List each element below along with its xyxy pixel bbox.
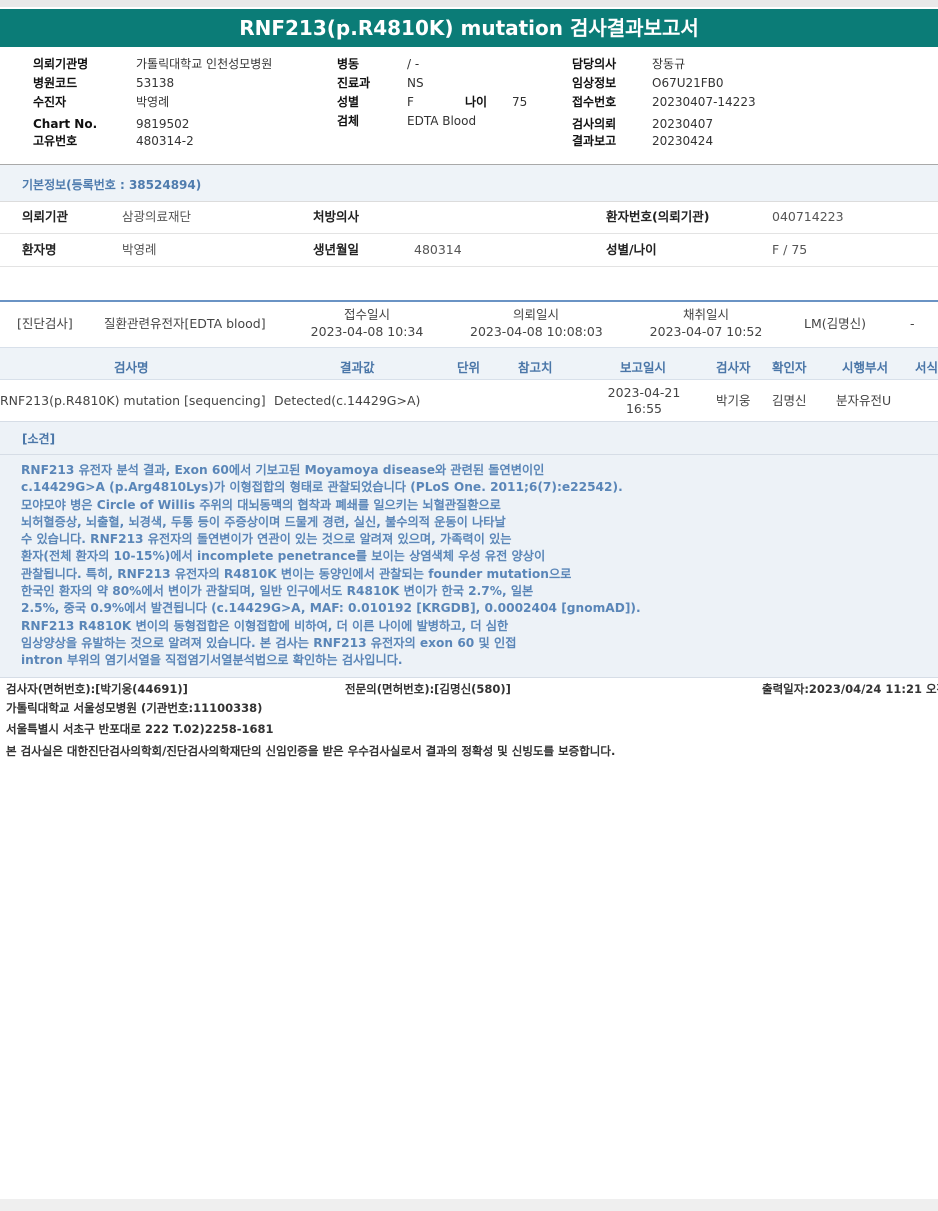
footer-hospital: 가톨릭대학교 서울성모병원 (기관번호:11100338) <box>6 701 263 715</box>
footer-printed: 출력일자:2023/04/24 11:21 오전 <box>762 682 938 696</box>
order-received-label: 접수일시 <box>343 307 390 322</box>
findings-line: 뇌허혈증상, 뇌출혈, 뇌경색, 두통 등이 주증상이며 드물게 경련, 실신,… <box>21 514 506 529</box>
header-value-patient: 박영례 <box>136 95 170 109</box>
findings-text: RNF213 유전자 분석 결과, Exon 60에서 기보고된 Moyamoy… <box>21 462 661 670</box>
header-value-accession-no: 20230407-14223 <box>652 95 756 109</box>
basic-info-divider-top <box>0 201 938 202</box>
basic-value-birthdate: 480314 <box>414 242 462 257</box>
result-report-date: 2023-04-21 <box>607 385 681 400</box>
findings-line: 임상양상을 유발하는 것으로 알려져 있습니다. 본 검사는 RNF213 유전… <box>21 635 517 650</box>
header-label-patient: 수진자 <box>33 95 67 109</box>
order-type: [진단검사] <box>17 316 73 331</box>
result-value: Detected(c.14429G>A) <box>274 393 421 408</box>
findings-line: c.14429G>A (p.Arg4810Lys)가 이형접합의 형태로 관찰되… <box>21 480 623 495</box>
th-confirmer: 확인자 <box>772 360 807 375</box>
order-received-value: 2023-04-08 10:34 <box>310 324 424 339</box>
bottom-strip <box>0 1199 938 1211</box>
findings-title: [소견] <box>22 432 56 446</box>
footer-address: 서울특별시 서초구 반포대로 222 T.02)2258-1681 <box>6 722 274 736</box>
header-value-specimen: EDTA Blood <box>407 114 477 128</box>
top-strip <box>0 0 938 7</box>
header-label-age: 나이 <box>465 95 488 109</box>
order-extra: - <box>910 316 915 331</box>
report-title: RNF213(p.R4810K) mutation 검사결과보고서 <box>0 9 938 47</box>
header-label-accession-no: 접수번호 <box>572 95 617 109</box>
findings-line: intron 부위의 염기서열을 직접염기서열분석법으로 확인하는 검사입니다. <box>21 653 403 668</box>
order-collected-value: 2023-04-07 10:52 <box>649 324 763 339</box>
order-requested-value: 2023-04-08 10:08:03 <box>470 324 603 339</box>
header-value-unique-no: 480314-2 <box>136 134 194 148</box>
basic-info-divider-bottom <box>0 266 938 267</box>
basic-value-sex-age: F / 75 <box>772 242 808 257</box>
result-test-name: RNF213(p.R4810K) mutation [sequencing] <box>0 393 266 408</box>
th-test-name: 검사명 <box>114 360 149 375</box>
basic-label-sex-age: 성별/나이 <box>606 242 657 257</box>
header-label-physician: 담당의사 <box>572 57 617 71</box>
result-report-time: 16:55 <box>625 401 663 416</box>
header-value-hospital-code: 53138 <box>136 76 175 90</box>
footer-certification: 본 검사실은 대한진단검사의학회/진단검사의학재단의 신임인증을 받은 우수검사… <box>6 744 616 758</box>
basic-info-row-divider <box>0 233 938 234</box>
findings-line: 모야모야 병은 Circle of Willis 주위의 대뇌동맥의 협착과 폐… <box>21 497 501 512</box>
findings-line: 환자(전체 환자의 10-15%)에서 incomplete penetranc… <box>21 549 546 564</box>
header-value-clinical-info: O67U21FB0 <box>652 76 724 90</box>
result-department: 분자유전U <box>836 393 892 408</box>
order-lm: LM(김명신) <box>804 316 867 331</box>
header-label-hospital-code: 병원코드 <box>33 76 78 90</box>
basic-label-institution: 의뢰기관 <box>22 209 69 224</box>
findings-line: 2.5%, 중국 0.9%에서 발견됩니다 (c.14429G>A, MAF: … <box>21 601 641 616</box>
header-value-ward: / - <box>407 57 420 71</box>
header-label-department: 진료과 <box>337 76 371 90</box>
header-value-age: 75 <box>512 95 528 109</box>
findings-line: RNF213 R4810K 변이의 동형접합은 이형접합에 비하여, 더 이른 … <box>21 618 509 633</box>
footer-tester: 검사자(면허번호):[박기웅(44691)] <box>6 682 188 696</box>
basic-label-patient-no: 환자번호(의뢰기관) <box>606 209 710 224</box>
header-value-request-date: 20230407 <box>652 117 714 131</box>
basic-info-title: 기본정보(등록번호 : 38524894) <box>22 178 202 192</box>
th-form: 서식 <box>915 360 938 375</box>
header-value-report-date: 20230424 <box>652 134 714 148</box>
findings-line: 수 있습니다. RNF213 유전자의 돌연변이가 연관이 있는 것으로 알려져… <box>21 532 512 547</box>
findings-line: RNF213 유전자 분석 결과, Exon 60에서 기보고된 Moyamoy… <box>21 463 545 477</box>
basic-label-birthdate: 생년월일 <box>313 242 360 257</box>
header-value-sex: F <box>407 95 414 109</box>
header-value-chart-no: 9819502 <box>136 117 190 131</box>
findings-divider <box>0 454 938 455</box>
header-label-sex: 성별 <box>337 95 360 109</box>
th-reference: 참고치 <box>518 360 553 375</box>
header-label-clinical-info: 임상정보 <box>572 76 617 90</box>
header-label-specimen: 검체 <box>337 114 360 128</box>
order-name: 질환관련유전자[EDTA blood] <box>104 316 266 331</box>
th-report-date: 보고일시 <box>620 360 667 375</box>
findings-line: 한국인 환자의 약 80%에서 변이가 관찰되며, 일반 인구에서도 R4810… <box>21 584 534 599</box>
basic-value-institution: 삼광의료재단 <box>122 209 192 224</box>
findings-line: 관찰됩니다. 특히, RNF213 유전자의 R4810K 변이는 동양인에서 … <box>21 566 572 581</box>
header-value-department: NS <box>407 76 424 90</box>
footer-specialist: 전문의(면허번호):[김명신(580)] <box>345 682 511 696</box>
th-result: 결과값 <box>340 360 375 375</box>
basic-label-patient-name: 환자명 <box>22 242 57 257</box>
result-tester: 박기웅 <box>716 393 751 408</box>
result-confirmer: 김명신 <box>772 393 807 408</box>
th-tester: 검사자 <box>716 360 751 375</box>
header-label-request-date: 검사의뢰 <box>572 117 617 131</box>
th-department: 시행부서 <box>842 360 889 375</box>
header-label-unique-no: 고유번호 <box>33 134 78 148</box>
basic-label-prescriber: 처방의사 <box>313 209 360 224</box>
header-label-requesting-institution: 의뢰기관명 <box>33 57 89 71</box>
header-value-requesting-institution: 가톨릭대학교 인천성모병원 <box>136 57 273 71</box>
order-requested-label: 의뢰일시 <box>512 307 559 322</box>
th-unit: 단위 <box>457 360 481 375</box>
results-table-header: 검사명 결과값 단위 참고치 보고일시 검사자 확인자 시행부서 서식 <box>0 347 938 380</box>
header-label-report-date: 결과보고 <box>572 134 617 148</box>
header-label-ward: 병동 <box>337 57 360 71</box>
order-collected-label: 채취일시 <box>682 307 729 322</box>
header-value-physician: 장동규 <box>652 57 686 71</box>
basic-value-patient-name: 박영례 <box>122 242 157 257</box>
header-label-chart-no: Chart No. <box>33 117 98 131</box>
basic-value-patient-no: 040714223 <box>772 209 844 224</box>
